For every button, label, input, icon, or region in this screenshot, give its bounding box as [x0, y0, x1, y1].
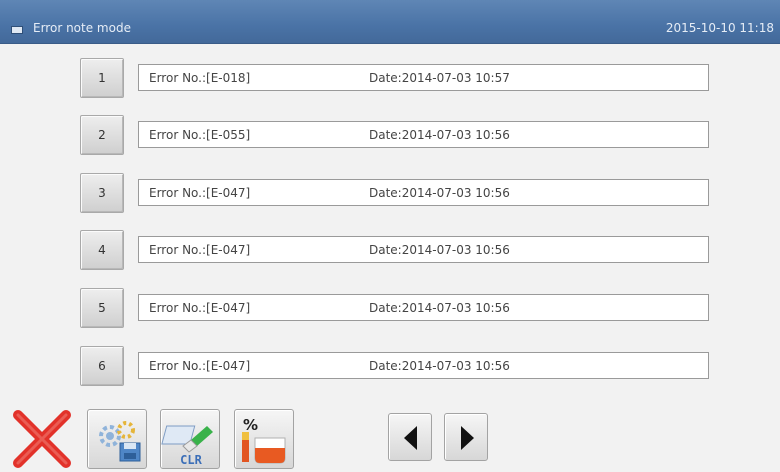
- list-item: 1 Error No.:[E-018] Date:2014-07-03 10:5…: [0, 58, 780, 98]
- error-number: Error No.:[E-047]: [149, 186, 251, 200]
- error-number: Error No.:[E-047]: [149, 243, 251, 257]
- record-select-button[interactable]: 3: [80, 173, 124, 213]
- prev-page-button[interactable]: [388, 413, 432, 461]
- arrow-left-icon: [404, 426, 417, 450]
- error-number: Error No.:[E-047]: [149, 301, 251, 315]
- clear-icon: CLR: [161, 425, 213, 467]
- error-record[interactable]: Error No.:[E-047] Date:2014-07-03 10:56: [138, 236, 709, 263]
- error-date: Date:2014-07-03 10:56: [369, 301, 510, 315]
- percent-beaker-icon: %: [242, 416, 286, 464]
- list-item: 6 Error No.:[E-047] Date:2014-07-03 10:5…: [0, 346, 780, 386]
- clear-button[interactable]: CLR: [160, 409, 220, 469]
- error-record[interactable]: Error No.:[E-047] Date:2014-07-03 10:56: [138, 352, 709, 379]
- record-select-button[interactable]: 2: [80, 115, 124, 155]
- error-number: Error No.:[E-055]: [149, 128, 251, 142]
- error-record[interactable]: Error No.:[E-018] Date:2014-07-03 10:57: [138, 64, 709, 91]
- error-date: Date:2014-07-03 10:56: [369, 128, 510, 142]
- settings-disk-icon: [99, 421, 141, 462]
- error-record[interactable]: Error No.:[E-047] Date:2014-07-03 10:56: [138, 179, 709, 206]
- error-record[interactable]: Error No.:[E-055] Date:2014-07-03 10:56: [138, 121, 709, 148]
- list-item: 3 Error No.:[E-047] Date:2014-07-03 10:5…: [0, 173, 780, 213]
- error-number: Error No.:[E-018]: [149, 71, 251, 85]
- settings-button[interactable]: [87, 409, 147, 469]
- list-item: 2 Error No.:[E-055] Date:2014-07-03 10:5…: [0, 115, 780, 155]
- record-select-button[interactable]: 4: [80, 230, 124, 270]
- error-date: Date:2014-07-03 10:56: [369, 359, 510, 373]
- window-menu-icon[interactable]: [11, 26, 23, 34]
- close-x-icon: [13, 410, 71, 468]
- record-select-button[interactable]: 5: [80, 288, 124, 328]
- list-item: 5 Error No.:[E-047] Date:2014-07-03 10:5…: [0, 288, 780, 328]
- record-select-button[interactable]: 1: [80, 58, 124, 98]
- error-date: Date:2014-07-03 10:56: [369, 186, 510, 200]
- svg-text:%: %: [243, 416, 258, 434]
- error-date: Date:2014-07-03 10:56: [369, 243, 510, 257]
- clock: 2015-10-10 11:18: [665, 21, 774, 35]
- page-title: Error note mode: [33, 21, 131, 35]
- arrow-right-icon: [461, 426, 474, 450]
- counter-button[interactable]: %: [234, 409, 294, 469]
- error-record[interactable]: Error No.:[E-047] Date:2014-07-03 10:56: [138, 294, 709, 321]
- record-select-button[interactable]: 6: [80, 346, 124, 386]
- list-item: 4 Error No.:[E-047] Date:2014-07-03 10:5…: [0, 230, 780, 270]
- svg-text:CLR: CLR: [180, 453, 202, 467]
- cancel-button[interactable]: [12, 409, 72, 469]
- error-number: Error No.:[E-047]: [149, 359, 251, 373]
- error-date: Date:2014-07-03 10:57: [369, 71, 510, 85]
- next-page-button[interactable]: [444, 413, 488, 461]
- title-bar: Error note mode 2015-10-10 11:18: [0, 0, 780, 44]
